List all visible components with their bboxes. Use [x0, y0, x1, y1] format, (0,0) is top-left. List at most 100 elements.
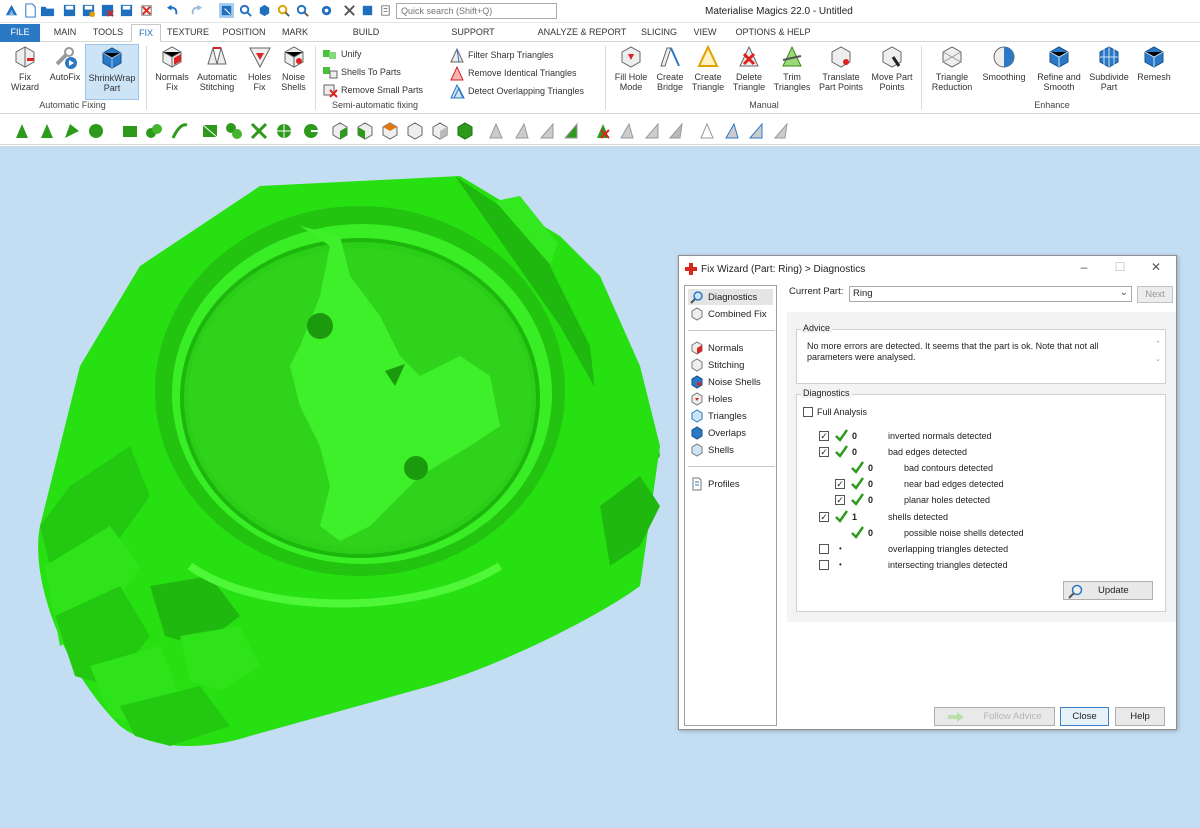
- select-icon[interactable]: [219, 3, 234, 18]
- close-file-icon[interactable]: [100, 3, 115, 18]
- nav-item-combined-fix[interactable]: Combined Fix: [690, 306, 767, 322]
- diag-row-checkbox[interactable]: ✓: [819, 431, 829, 441]
- update-button[interactable]: Update: [1063, 581, 1153, 600]
- tree-icon[interactable]: [360, 3, 375, 18]
- delete-triangle-tool-icon[interactable]: [593, 121, 613, 141]
- diag-row-checkbox[interactable]: ✓: [835, 495, 845, 505]
- tab-position[interactable]: POSITION: [219, 24, 269, 42]
- select-shell-icon[interactable]: [86, 121, 106, 141]
- export-icon[interactable]: [119, 3, 134, 18]
- zoom-in-icon[interactable]: [276, 3, 291, 18]
- save-icon[interactable]: [62, 3, 77, 18]
- nav-item-triangles[interactable]: Triangles: [690, 408, 747, 424]
- tab-texture[interactable]: TEXTURE: [165, 24, 211, 42]
- tab-analyze-report[interactable]: ANALYZE & REPORT: [537, 24, 627, 42]
- nav-item-stitching[interactable]: Stitching: [690, 357, 744, 373]
- diag-row-checkbox[interactable]: ✓: [835, 479, 845, 489]
- close-icon[interactable]: ✕: [1145, 260, 1167, 276]
- remesh-button[interactable]: Remesh: [1134, 44, 1174, 100]
- select-cone-icon[interactable]: [301, 121, 321, 141]
- tab-file[interactable]: FILE: [0, 24, 40, 42]
- part-view-icon[interactable]: [355, 121, 375, 141]
- select-shells-icon[interactable]: [224, 121, 244, 141]
- nav-item-profiles[interactable]: Profiles: [690, 476, 740, 492]
- unify-button[interactable]: Unify: [322, 46, 362, 62]
- info-icon[interactable]: [378, 3, 393, 18]
- tab-tools[interactable]: TOOLS: [88, 24, 128, 42]
- tab-options-help[interactable]: OPTIONS & HELP: [733, 24, 813, 42]
- nav-item-holes[interactable]: Holes: [690, 391, 732, 407]
- triangle-tool-icon[interactable]: [617, 121, 637, 141]
- noise-shells-button[interactable]: Noise Shells: [277, 44, 310, 100]
- normals-fix-button[interactable]: Normals Fix: [152, 44, 192, 100]
- part-view-icon[interactable]: [405, 121, 425, 141]
- remove-small-parts-button[interactable]: Remove Small Parts: [322, 82, 423, 98]
- current-part-select[interactable]: Ring ⌄: [849, 286, 1132, 302]
- select-sphere-icon[interactable]: [274, 121, 294, 141]
- triangle-tool-icon[interactable]: [486, 121, 506, 141]
- undo-icon[interactable]: [165, 3, 180, 18]
- triangle-tool-icon[interactable]: [537, 121, 557, 141]
- diag-row-checkbox[interactable]: [819, 560, 829, 570]
- triangle-mark-icon[interactable]: [746, 121, 766, 141]
- nav-item-normals[interactable]: Normals: [690, 340, 743, 356]
- quick-search-input[interactable]: [396, 3, 557, 19]
- holes-fix-button[interactable]: Holes Fix: [243, 44, 276, 100]
- tab-fix[interactable]: FIX: [131, 24, 161, 42]
- filter-sharp-triangles-button[interactable]: Filter Sharp Triangles: [449, 47, 554, 63]
- diag-row-checkbox[interactable]: [819, 544, 829, 554]
- triangle-tool-icon[interactable]: [512, 121, 532, 141]
- zoom-icon[interactable]: [238, 3, 253, 18]
- select-cylinder-icon[interactable]: [144, 121, 164, 141]
- close-button[interactable]: Close: [1060, 707, 1109, 726]
- select-box-icon[interactable]: [120, 121, 140, 141]
- triangle-tool-icon[interactable]: [642, 121, 662, 141]
- automatic-stitching-button[interactable]: Automatic Stitching: [194, 44, 240, 100]
- delete-triangle-button[interactable]: Delete Triangle: [730, 44, 768, 100]
- create-bridge-button[interactable]: Create Bridge: [652, 44, 688, 100]
- smoothing-button[interactable]: Smoothing: [978, 44, 1030, 100]
- part-view-icon[interactable]: [430, 121, 450, 141]
- translate-part-points-button[interactable]: Translate Part Points: [817, 44, 865, 100]
- 3d-viewport[interactable]: Fix Wizard (Part: Ring) > Diagnostics – …: [0, 146, 1200, 828]
- tab-view[interactable]: VIEW: [690, 24, 720, 42]
- part-view-icon[interactable]: [330, 121, 350, 141]
- triangle-mark-icon[interactable]: [771, 121, 791, 141]
- tab-slicing[interactable]: SLICING: [638, 24, 680, 42]
- advice-scrollbar[interactable]: ⌃ ⌄: [1153, 340, 1163, 378]
- trim-triangles-button[interactable]: Trim Triangles: [771, 44, 813, 100]
- fill-hole-mode-button[interactable]: Fill Hole Mode: [611, 44, 651, 100]
- part-view-icon[interactable]: [380, 121, 400, 141]
- tab-mark[interactable]: MARK: [278, 24, 312, 42]
- triangle-reduction-button[interactable]: Triangle Reduction: [927, 44, 977, 100]
- autofix-button[interactable]: AutoFix: [45, 44, 85, 100]
- part-view-icon[interactable]: [455, 121, 475, 141]
- create-triangle-button[interactable]: Create Triangle: [689, 44, 727, 100]
- tab-main[interactable]: MAIN: [46, 24, 84, 42]
- pan-icon[interactable]: [319, 3, 334, 18]
- nav-item-overlaps[interactable]: Overlaps: [690, 425, 746, 441]
- tab-support-generation[interactable]: SUPPORT GENERATION: [421, 24, 525, 54]
- triangle-mark-icon[interactable]: [722, 121, 742, 141]
- next-button[interactable]: Next: [1137, 286, 1173, 303]
- select-triangle-icon[interactable]: [12, 121, 32, 141]
- tab-build-preparation[interactable]: BUILD PREPARATION: [320, 24, 412, 54]
- help-button[interactable]: Help: [1115, 707, 1165, 726]
- remove-identical-triangles-button[interactable]: Remove Identical Triangles: [449, 65, 577, 81]
- nav-item-shells[interactable]: Shells: [690, 442, 734, 458]
- move-part-points-button[interactable]: Move Part Points: [868, 44, 916, 100]
- nav-item-diagnostics[interactable]: Diagnostics: [688, 289, 773, 305]
- triangle-tool-icon[interactable]: [666, 121, 686, 141]
- triangle-tool-icon[interactable]: [561, 121, 581, 141]
- fix-wizard-button[interactable]: Fix Wizard: [5, 44, 45, 100]
- redo-icon[interactable]: [189, 3, 204, 18]
- open-icon[interactable]: [40, 3, 55, 18]
- nav-item-noise-shells[interactable]: Noise Shells: [690, 374, 761, 390]
- diag-row-checkbox[interactable]: ✓: [819, 512, 829, 522]
- detect-overlapping-triangles-button[interactable]: Detect Overlapping Triangles: [449, 83, 584, 99]
- select-curve-icon[interactable]: [170, 121, 190, 141]
- rotate-icon[interactable]: [257, 3, 272, 18]
- shells-to-parts-button[interactable]: Shells To Parts: [322, 64, 401, 80]
- new-icon[interactable]: [23, 3, 38, 18]
- triangle-outline-icon[interactable]: [697, 121, 717, 141]
